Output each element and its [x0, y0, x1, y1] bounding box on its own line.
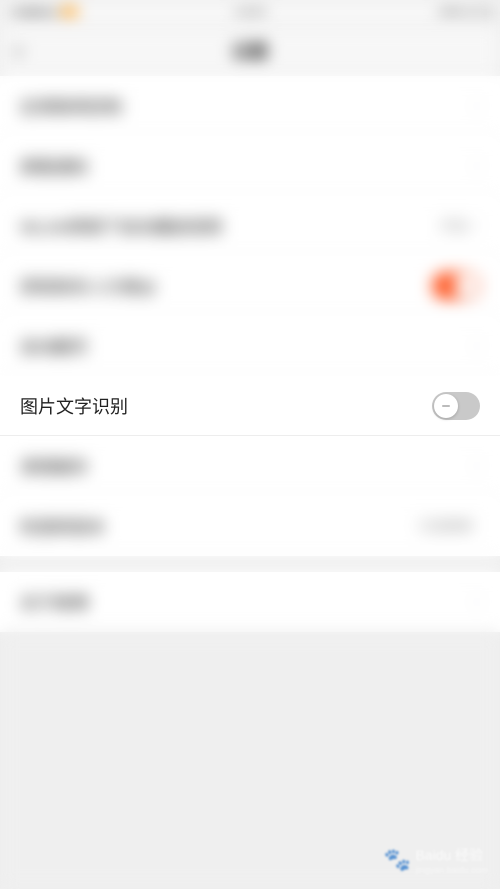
row-value: 开启 [440, 216, 468, 236]
row-mute-notifications[interactable]: 屏蔽通知 › [0, 136, 500, 196]
row-label: 图片文字识别 [20, 393, 128, 419]
row-contacts-at[interactable]: 获取联系人方便@ [0, 256, 500, 316]
carrier-text: 中国移动 [10, 5, 58, 22]
chevron-right-icon: › [474, 335, 480, 356]
row-about[interactable]: 关于微博 › [0, 572, 500, 632]
row-label: 关于微博 [20, 589, 88, 614]
chevron-right-icon: › [474, 215, 480, 236]
battery-pct: 60% [440, 6, 464, 20]
toggle-contacts[interactable] [432, 272, 480, 300]
back-button[interactable]: ‹ [14, 35, 23, 66]
battery-icon [468, 8, 490, 18]
toggle-image-ocr[interactable] [432, 392, 480, 420]
section-gap [0, 556, 500, 572]
row-network-control[interactable]: 应用联网控制 › [0, 76, 500, 136]
watermark-brand: Baidu 经验 [415, 847, 483, 863]
chevron-right-icon: › [474, 455, 480, 476]
row-check-update[interactable]: 检查新版本 已是最新 [0, 496, 500, 556]
row-label: 屏蔽通知 [20, 153, 88, 178]
row-auto-page[interactable]: 自动翻页 › [0, 316, 500, 376]
chevron-right-icon: › [474, 155, 480, 176]
status-bar: 中国移动 📶 14:25 60% [0, 0, 500, 26]
row-label: 清理缓存 [20, 453, 88, 478]
paw-icon [383, 847, 409, 873]
chevron-right-icon: › [474, 591, 480, 612]
watermark: Baidu 经验 jingyan.baidu.com [383, 845, 488, 875]
clock: 14:25 [235, 6, 265, 20]
chevron-right-icon: › [474, 95, 480, 116]
row-label: 自动翻页 [20, 333, 88, 358]
row-image-ocr[interactable]: 图片文字识别 [0, 376, 500, 436]
row-label: 应用联网控制 [20, 93, 122, 118]
row-label: WLAN网络下自动播放视频 [20, 213, 222, 238]
row-value: 已是最新 [418, 516, 474, 536]
row-label: 检查新版本 [20, 513, 105, 538]
wifi-icon: 📶 [62, 6, 77, 20]
row-clear-cache[interactable]: 清理缓存 › [0, 436, 500, 496]
row-label: 获取联系人方便@ [20, 273, 156, 298]
watermark-url: jingyan.baidu.com [415, 865, 488, 875]
page-title: 设置 [232, 38, 268, 64]
nav-bar: ‹ 设置 [0, 26, 500, 76]
row-auto-play-wifi[interactable]: WLAN网络下自动播放视频 开启 › [0, 196, 500, 256]
